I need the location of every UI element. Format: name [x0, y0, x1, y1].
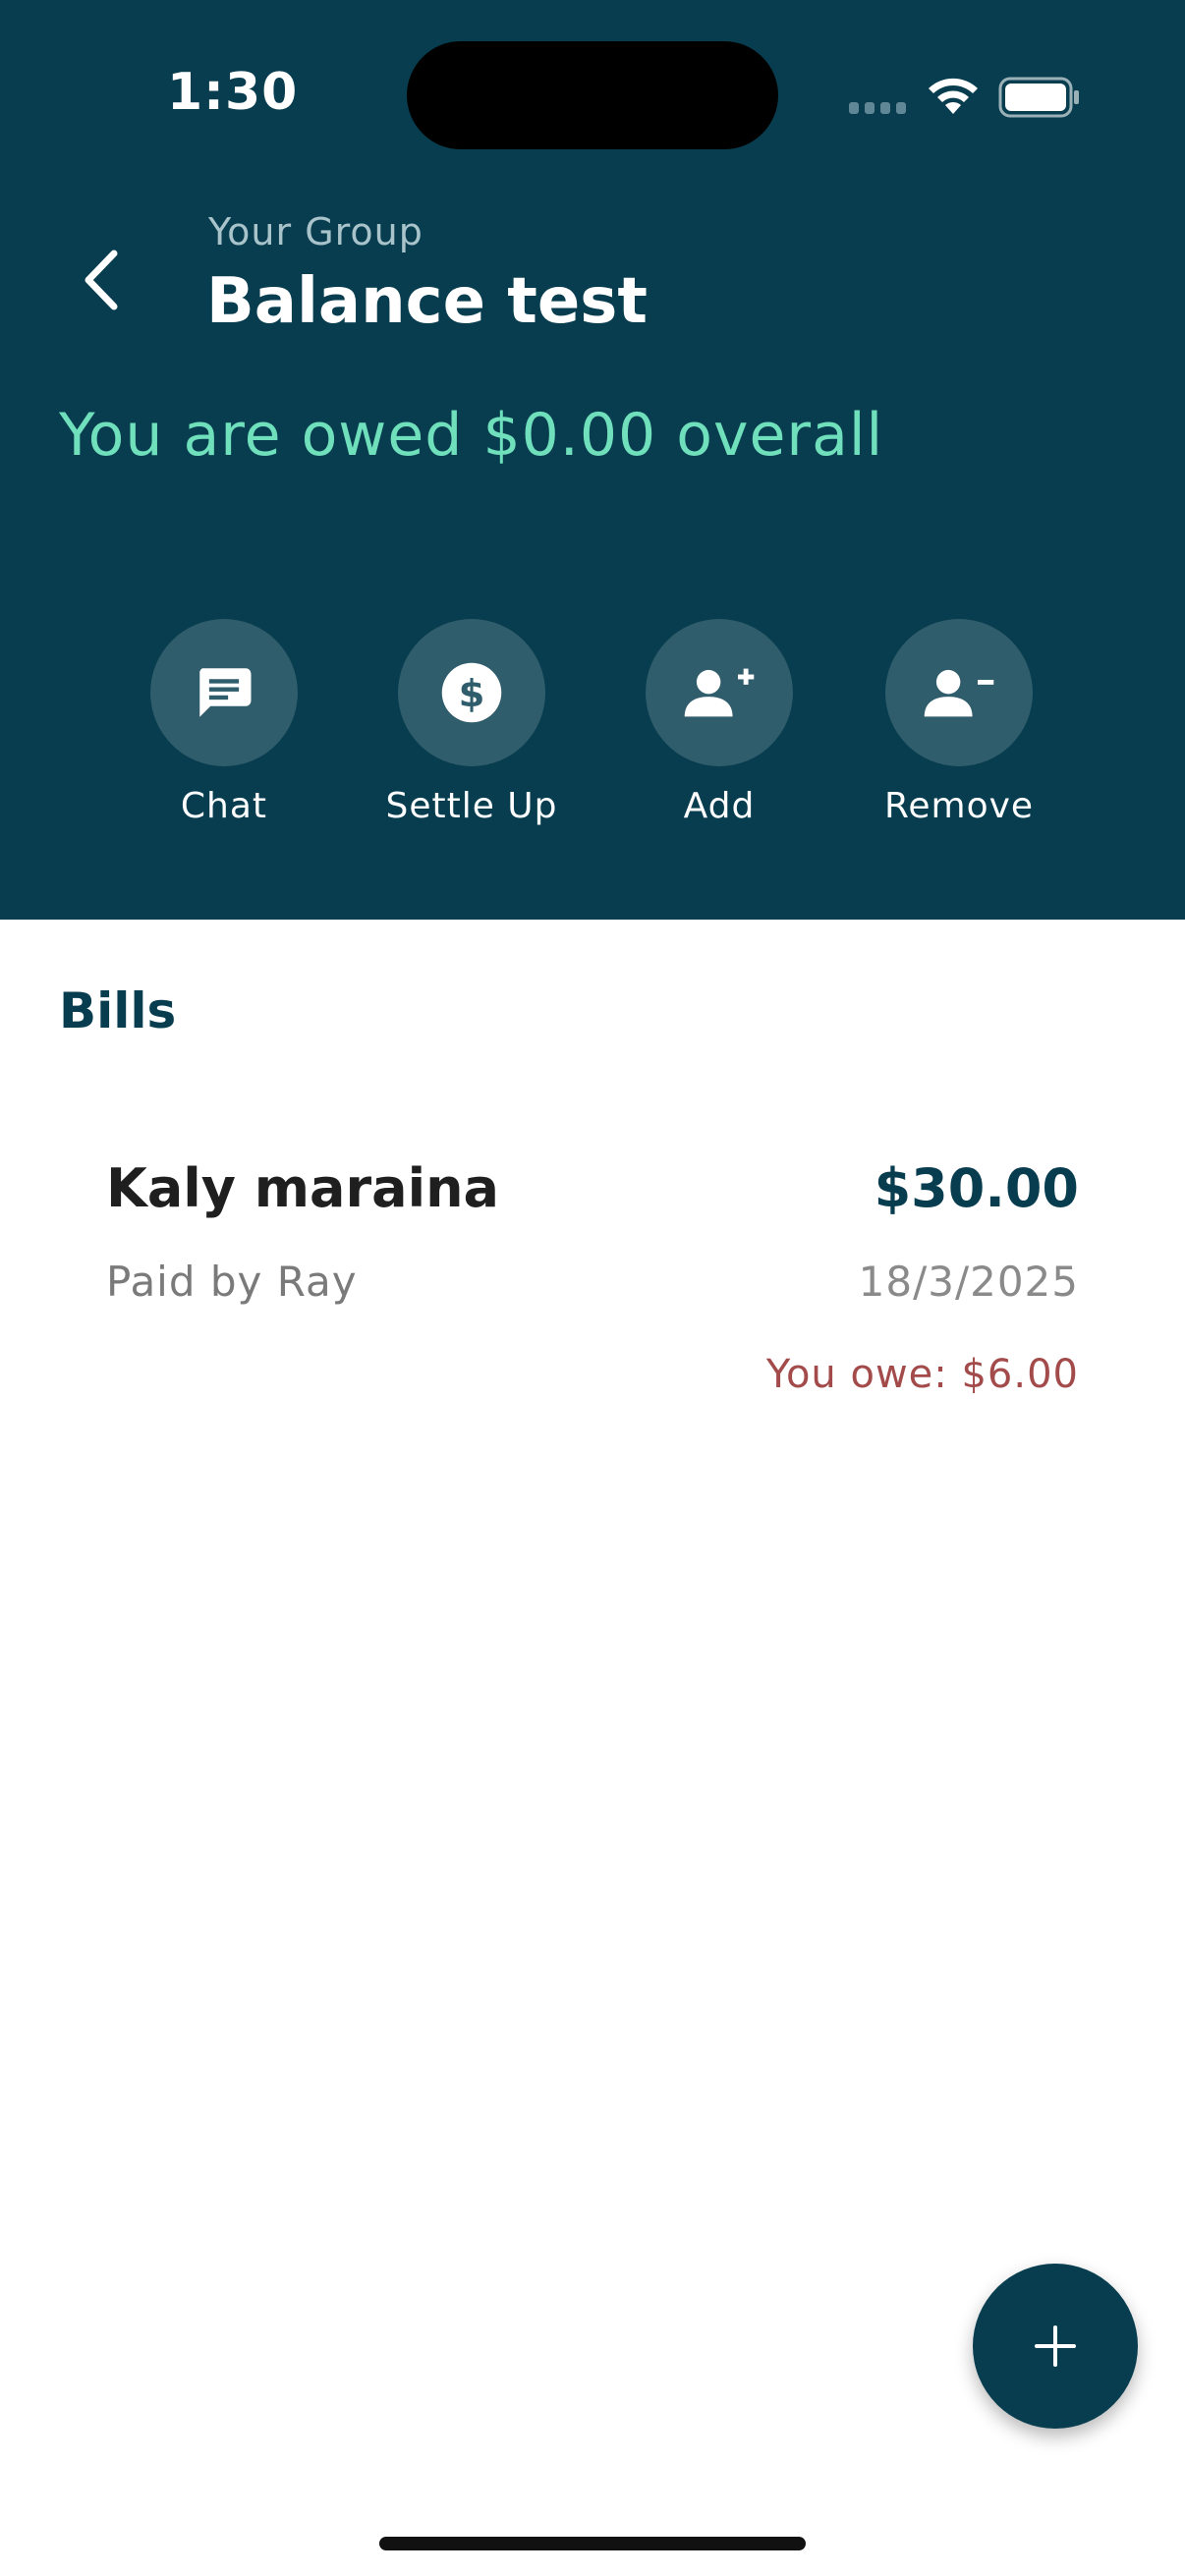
bill-amount: $30.00	[874, 1157, 1079, 1219]
chevron-left-icon	[85, 250, 118, 310]
status-time: 1:30	[167, 63, 299, 122]
wifi-icon	[926, 75, 981, 120]
settle-up-button[interactable]: $	[398, 619, 545, 766]
balance-summary: You are owed $0.00 overall	[59, 401, 884, 470]
group-header: 1:30 Your Group Balance test You are owe…	[0, 0, 1185, 920]
add-member-button[interactable]	[646, 619, 793, 766]
bill-date: 18/3/2025	[858, 1258, 1079, 1306]
group-label: Your Group	[208, 210, 423, 253]
cellular-signal-icon	[849, 102, 908, 114]
remove-person-icon	[924, 669, 994, 717]
home-indicator[interactable]	[379, 2537, 806, 2550]
group-screen: 1:30 Your Group Balance test You are owe…	[0, 0, 1185, 2576]
bill-paid-by: Paid by Ray	[106, 1258, 358, 1306]
chat-icon	[199, 668, 252, 717]
remove-member-button[interactable]	[885, 619, 1033, 766]
add-bill-button[interactable]	[973, 2264, 1138, 2429]
bills-heading: Bills	[59, 982, 177, 1039]
settle-up-label: Settle Up	[385, 786, 558, 826]
group-title: Balance test	[206, 265, 648, 338]
bill-item[interactable]: Kaly maraina $30.00 Paid by Ray 18/3/202…	[106, 1149, 1079, 1415]
add-person-icon	[684, 668, 755, 717]
bill-you-owe: You owe: $6.00	[765, 1352, 1079, 1397]
dollar-icon: $	[441, 662, 502, 723]
remove-label: Remove	[883, 786, 1035, 826]
add-action[interactable]: Add	[611, 619, 827, 826]
dynamic-island	[407, 41, 778, 149]
battery-icon	[998, 77, 1081, 122]
chat-action[interactable]: Chat	[116, 619, 332, 826]
settle-up-action[interactable]: $ Settle Up	[364, 619, 580, 826]
add-label: Add	[683, 786, 756, 826]
chat-button[interactable]	[150, 619, 298, 766]
svg-text:$: $	[459, 672, 485, 716]
chat-label: Chat	[180, 786, 268, 826]
bill-name: Kaly maraina	[106, 1157, 499, 1219]
plus-icon	[1035, 2325, 1076, 2367]
remove-action[interactable]: Remove	[851, 619, 1067, 826]
back-button[interactable]	[61, 236, 140, 324]
